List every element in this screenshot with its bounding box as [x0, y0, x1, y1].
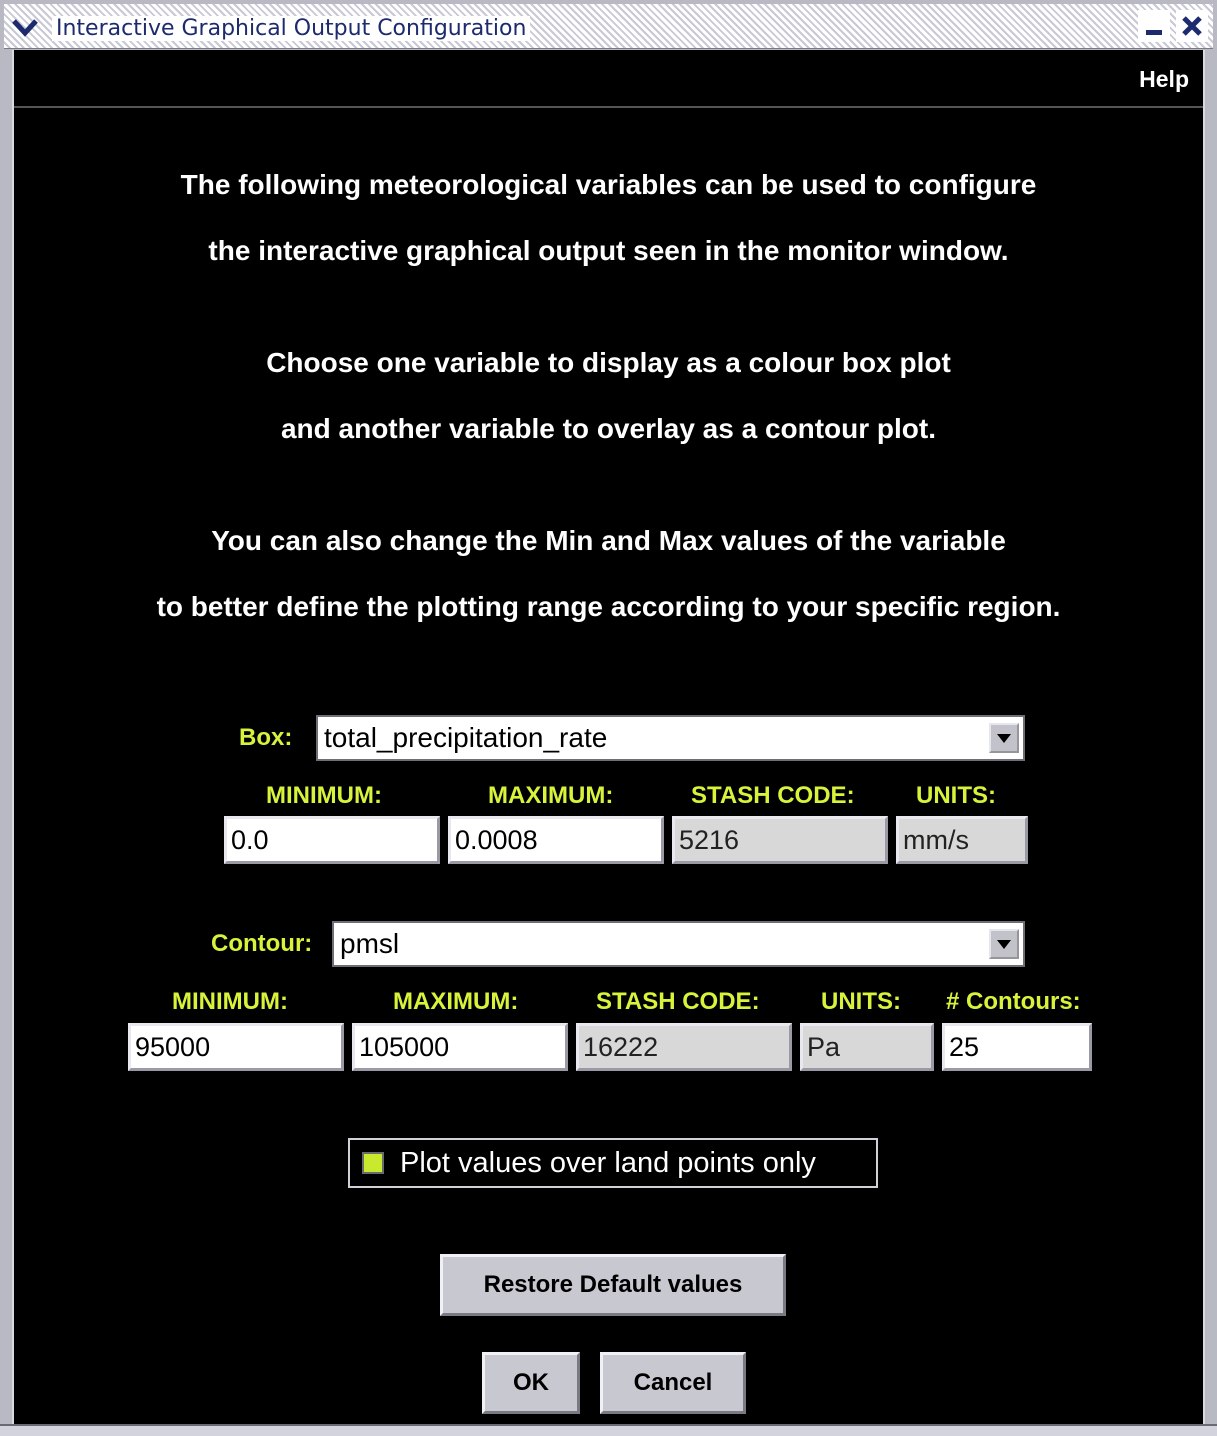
box-label: Box: — [239, 724, 293, 751]
contour-stash-code-label: STASH CODE: — [596, 988, 760, 1015]
contour-count-input[interactable]: 25 — [942, 1023, 1092, 1071]
window-menu-chevron-icon[interactable] — [10, 12, 40, 42]
box-minimum-input[interactable]: 0.0 — [224, 816, 440, 864]
dropdown-arrow-icon[interactable] — [989, 929, 1019, 959]
land-points-checkbox[interactable]: Plot values over land points only — [348, 1138, 878, 1188]
box-selected-value: total_precipitation_rate — [324, 722, 608, 753]
box-maximum-label: MAXIMUM: — [488, 782, 614, 809]
box-maximum-input[interactable]: 0.0008 — [448, 816, 664, 864]
box-stash-code-field: 5216 — [672, 816, 888, 864]
minimize-icon[interactable] — [1138, 10, 1170, 42]
contour-maximum-label: MAXIMUM: — [393, 988, 519, 1015]
box-units-field: mm/s — [896, 816, 1028, 864]
help-menu[interactable]: Help — [1139, 66, 1189, 93]
contour-maximum-input[interactable]: 105000 — [352, 1023, 568, 1071]
intro-line-1: The following meteorological variables c… — [180, 169, 1037, 200]
contour-minimum-input[interactable]: 95000 — [128, 1023, 344, 1071]
contour-units-label: UNITS: — [821, 988, 901, 1015]
menu-bar: Help — [14, 50, 1203, 108]
ok-button[interactable]: OK — [482, 1352, 580, 1414]
contour-selected-value: pmsl — [340, 928, 400, 959]
dropdown-arrow-icon[interactable] — [989, 723, 1019, 753]
checkbox-indicator[interactable] — [362, 1152, 384, 1174]
contour-stash-code-field: 16222 — [576, 1023, 792, 1071]
restore-defaults-button[interactable]: Restore Default values — [440, 1254, 786, 1316]
intro-line-2: the interactive graphical output seen in… — [208, 235, 1009, 266]
contour-units-field: Pa — [800, 1023, 934, 1071]
dialog-content: Help The following meteorological variab… — [12, 50, 1205, 1424]
box-minimum-label: MINIMUM: — [266, 782, 382, 809]
contour-count-label: # Contours: — [946, 988, 1081, 1015]
contour-variable-select[interactable]: pmsl — [332, 921, 1025, 967]
intro-line-5: You can also change the Min and Max valu… — [211, 525, 1006, 556]
window-bottom-border — [0, 1424, 1217, 1436]
title-bar[interactable]: Interactive Graphical Output Configurati… — [4, 4, 1213, 49]
contour-minimum-label: MINIMUM: — [172, 988, 288, 1015]
box-units-label: UNITS: — [916, 782, 996, 809]
intro-line-4: and another variable to overlay as a con… — [280, 413, 937, 444]
cancel-button[interactable]: Cancel — [600, 1352, 746, 1414]
window-title: Interactive Graphical Output Configurati… — [52, 16, 531, 41]
intro-line-6: to better define the plotting range acco… — [156, 591, 1061, 622]
intro-line-3: Choose one variable to display as a colo… — [266, 347, 951, 378]
box-stash-code-label: STASH CODE: — [691, 782, 855, 809]
box-variable-select[interactable]: total_precipitation_rate — [316, 715, 1025, 761]
contour-label: Contour: — [211, 930, 313, 957]
land-points-label: Plot values over land points only — [400, 1146, 816, 1179]
close-icon[interactable] — [1176, 10, 1208, 42]
dialog-window: Interactive Graphical Output Configurati… — [0, 0, 1217, 1436]
